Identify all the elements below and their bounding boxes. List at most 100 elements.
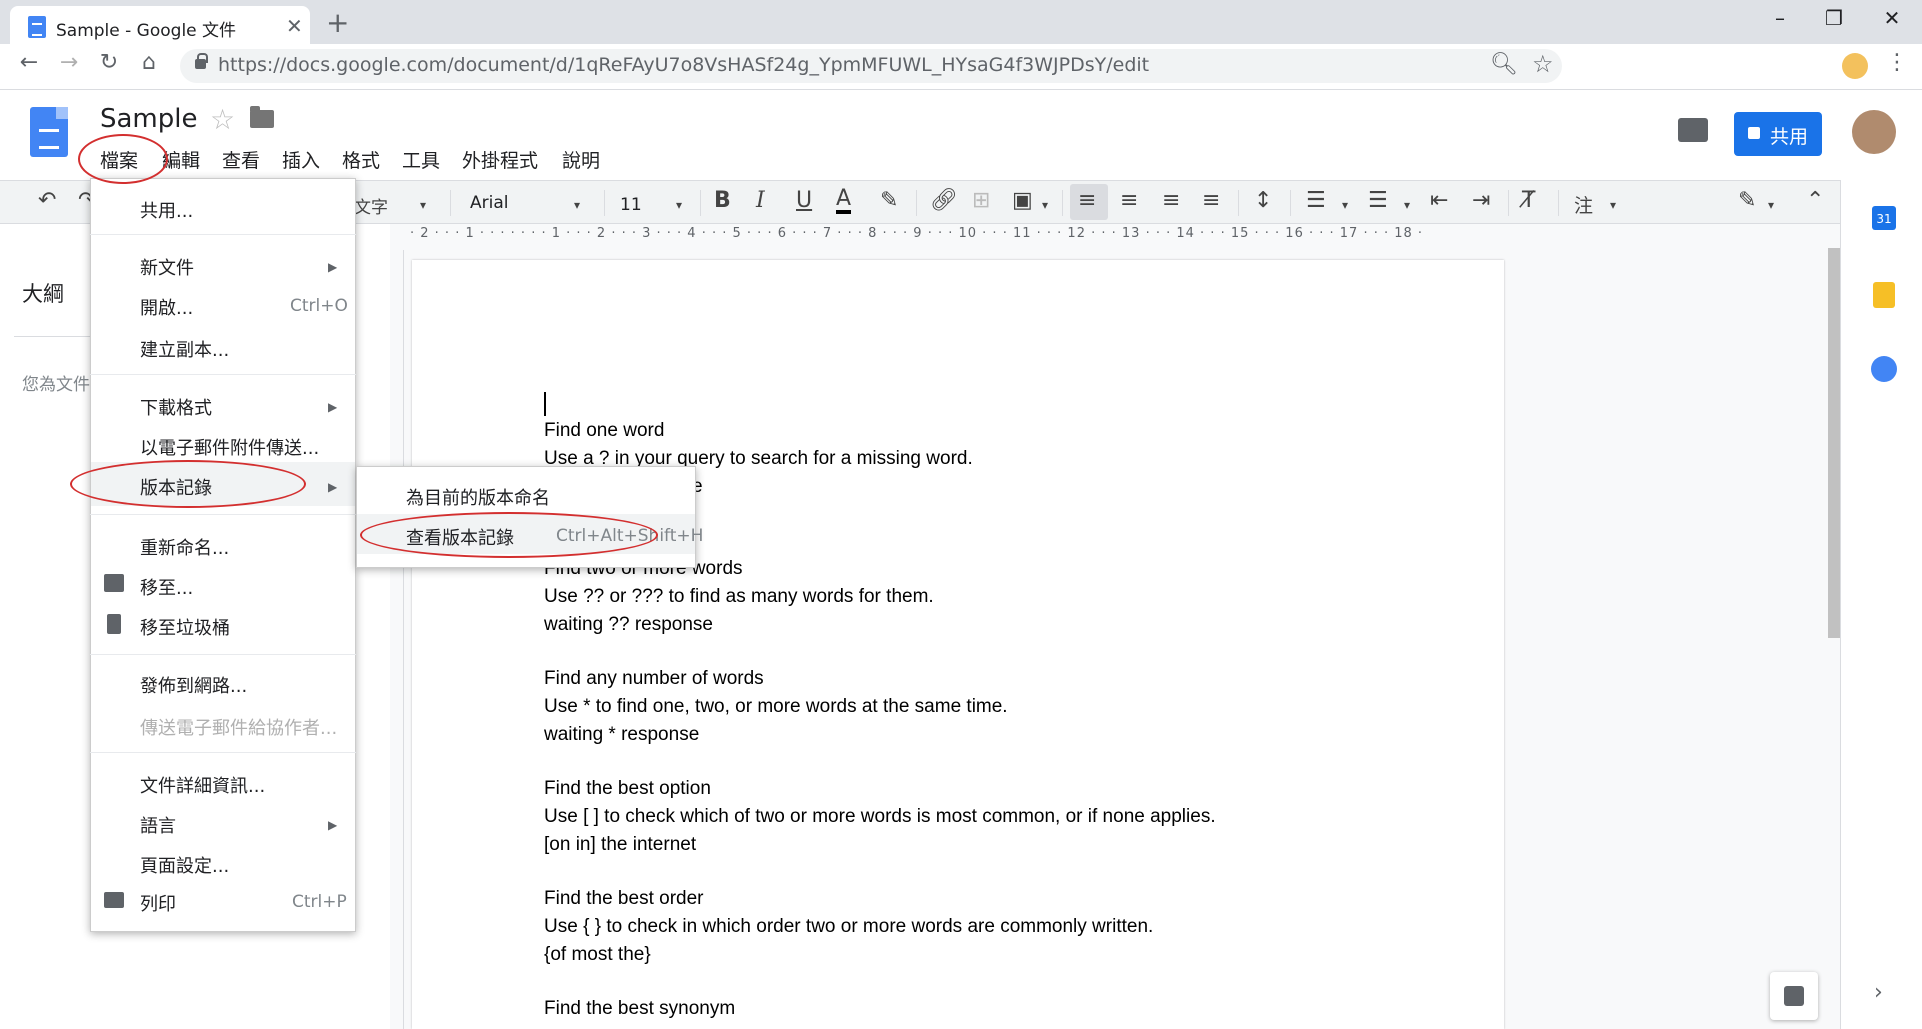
chevron-right-icon[interactable]: › (1874, 980, 1883, 1005)
align-left-icon[interactable]: ≡ (1078, 188, 1096, 213)
chevron-down-icon[interactable]: ▾ (676, 198, 682, 212)
file-menu-page-setup[interactable]: 頁面設定... (140, 852, 229, 878)
file-menu-trash[interactable]: 移至垃圾桶 (140, 614, 230, 640)
file-menu-new[interactable]: 新文件 (140, 254, 194, 280)
url-text[interactable]: https://docs.google.com/document/d/1qReF… (218, 54, 1149, 76)
zoom-icon[interactable]: 🔍︎ (1490, 52, 1518, 77)
chevron-down-icon[interactable]: ▾ (420, 198, 426, 212)
restore-icon[interactable]: ❐ (1814, 6, 1854, 30)
file-menu-move[interactable]: 移至... (140, 574, 193, 600)
numbered-list-icon[interactable]: ☰ (1306, 188, 1326, 213)
align-center-icon[interactable]: ≡ (1120, 188, 1138, 213)
editing-mode-icon[interactable]: ✎ (1738, 188, 1756, 213)
chevron-down-icon[interactable]: ▾ (1768, 198, 1774, 212)
collapse-menu-icon[interactable]: ⌃ (1806, 188, 1824, 213)
align-right-icon[interactable]: ≡ (1162, 188, 1180, 213)
submenu-name-version[interactable]: 為目前的版本命名 (406, 484, 550, 510)
new-tab-icon[interactable]: + (326, 6, 349, 39)
highlight-icon[interactable]: ✎ (880, 188, 898, 213)
file-menu-language[interactable]: 語言 (140, 812, 176, 838)
folder-icon[interactable] (250, 106, 274, 128)
bulleted-list-icon[interactable]: ☰ (1368, 188, 1388, 213)
menu-addons[interactable]: 外掛程式 (462, 146, 538, 173)
file-menu-download[interactable]: 下載格式 (140, 394, 212, 420)
chevron-down-icon[interactable]: ▾ (1342, 198, 1348, 212)
doc-line[interactable]: waiting ?? response (544, 614, 713, 636)
file-menu-email-collaborators[interactable]: 傳送電子郵件給協作者... (140, 714, 337, 740)
doc-line[interactable]: Find the best option (544, 778, 711, 800)
insert-image-icon[interactable]: ▣ (1012, 188, 1033, 213)
menu-format[interactable]: 格式 (342, 146, 380, 173)
reload-icon[interactable]: ↻ (92, 50, 126, 75)
vertical-ruler[interactable] (388, 250, 404, 1029)
chrome-menu-icon[interactable]: ⋮ (1886, 50, 1908, 75)
align-justify-icon[interactable]: ≡ (1202, 188, 1220, 213)
font-select[interactable]: Arial (470, 193, 508, 213)
doc-line[interactable]: Use [ ] to check which of two or more wo… (544, 806, 1216, 828)
add-comment-icon[interactable]: ⊞ (972, 188, 990, 213)
input-tools-button[interactable]: 注 (1574, 191, 1593, 218)
decrease-indent-icon[interactable]: ⇤ (1430, 188, 1448, 213)
increase-indent-icon[interactable]: ⇥ (1472, 188, 1490, 213)
lock-icon[interactable] (195, 53, 208, 69)
doc-line[interactable]: Use * to find one, two, or more words at… (544, 696, 1008, 718)
star-icon[interactable]: ☆ (210, 103, 235, 136)
avatar[interactable] (1852, 110, 1896, 154)
bold-icon[interactable]: B (714, 188, 731, 213)
horizontal-ruler[interactable]: · 2 · · · 1 · · · · · · · 1 · · · 2 · · … (410, 226, 1840, 246)
clear-formatting-icon[interactable]: T̸ (1522, 188, 1535, 213)
doc-line[interactable]: Find the best synonym (544, 998, 735, 1020)
file-menu-email-attachment[interactable]: 以電子郵件附件傳送... (140, 434, 319, 460)
font-size-select[interactable]: 11 (620, 195, 642, 215)
file-menu-share[interactable]: 共用... (140, 197, 193, 223)
keep-icon[interactable] (1873, 282, 1895, 308)
doc-line[interactable]: [on in] the internet (544, 834, 696, 856)
bookmark-star-icon[interactable]: ☆ (1532, 50, 1554, 78)
file-menu-rename[interactable]: 重新命名... (140, 534, 229, 560)
link-icon[interactable]: 🔗︎ (930, 188, 958, 213)
profile-avatar-icon[interactable] (1842, 53, 1868, 79)
underline-icon[interactable]: U (796, 188, 812, 213)
tasks-icon[interactable] (1871, 356, 1897, 382)
menu-view[interactable]: 查看 (222, 146, 260, 173)
doc-line[interactable]: Find one word (544, 420, 664, 442)
chevron-down-icon[interactable]: ▾ (1610, 198, 1616, 212)
italic-icon[interactable]: I (756, 188, 765, 213)
paragraph-style-select[interactable]: 文字 (354, 193, 388, 218)
doc-line[interactable]: Find the best order (544, 888, 703, 910)
minimize-icon[interactable]: – (1760, 6, 1800, 30)
undo-icon[interactable]: ↶ (38, 188, 56, 213)
document-page[interactable] (412, 260, 1504, 1029)
comments-icon[interactable] (1678, 118, 1708, 142)
doc-line[interactable]: {of most the} (544, 944, 651, 966)
menu-tools[interactable]: 工具 (402, 146, 440, 173)
back-icon[interactable]: ← (12, 50, 46, 75)
file-menu-copy[interactable]: 建立副本... (140, 336, 229, 362)
menu-insert[interactable]: 插入 (282, 146, 320, 173)
home-icon[interactable]: ⌂ (132, 50, 166, 75)
chevron-down-icon[interactable]: ▾ (574, 198, 580, 212)
chevron-down-icon[interactable]: ▾ (1042, 198, 1048, 212)
doc-line[interactable]: Find any number of words (544, 668, 764, 690)
line-spacing-icon[interactable]: ↕ (1254, 188, 1272, 213)
document-title[interactable]: Sample (100, 104, 198, 134)
chevron-down-icon[interactable]: ▾ (1404, 198, 1410, 212)
docs-logo-icon[interactable] (30, 107, 68, 157)
close-tab-icon[interactable]: ✕ (286, 14, 303, 38)
close-window-icon[interactable]: ✕ (1872, 6, 1912, 30)
doc-line[interactable]: Use { } to check in which order two or m… (544, 916, 1153, 938)
doc-line[interactable]: Use ?? or ??? to find as many words for … (544, 586, 934, 608)
share-button[interactable]: 共用 (1734, 112, 1822, 156)
browser-tab[interactable]: Sample - Google 文件 ✕ (10, 6, 310, 44)
explore-button[interactable] (1770, 972, 1818, 1020)
menu-help[interactable]: 說明 (562, 146, 600, 173)
file-menu-details[interactable]: 文件詳細資訊... (140, 772, 265, 798)
file-menu-print[interactable]: 列印 (140, 890, 176, 916)
text-color-icon[interactable]: A (836, 188, 852, 214)
forward-icon[interactable]: → (52, 50, 86, 75)
file-menu-publish[interactable]: 發佈到網路... (140, 672, 247, 698)
file-menu-open[interactable]: 開啟... (140, 294, 193, 320)
doc-line[interactable]: waiting * response (544, 724, 699, 746)
scrollbar[interactable] (1828, 248, 1840, 638)
calendar-icon[interactable]: 31 (1872, 206, 1896, 230)
